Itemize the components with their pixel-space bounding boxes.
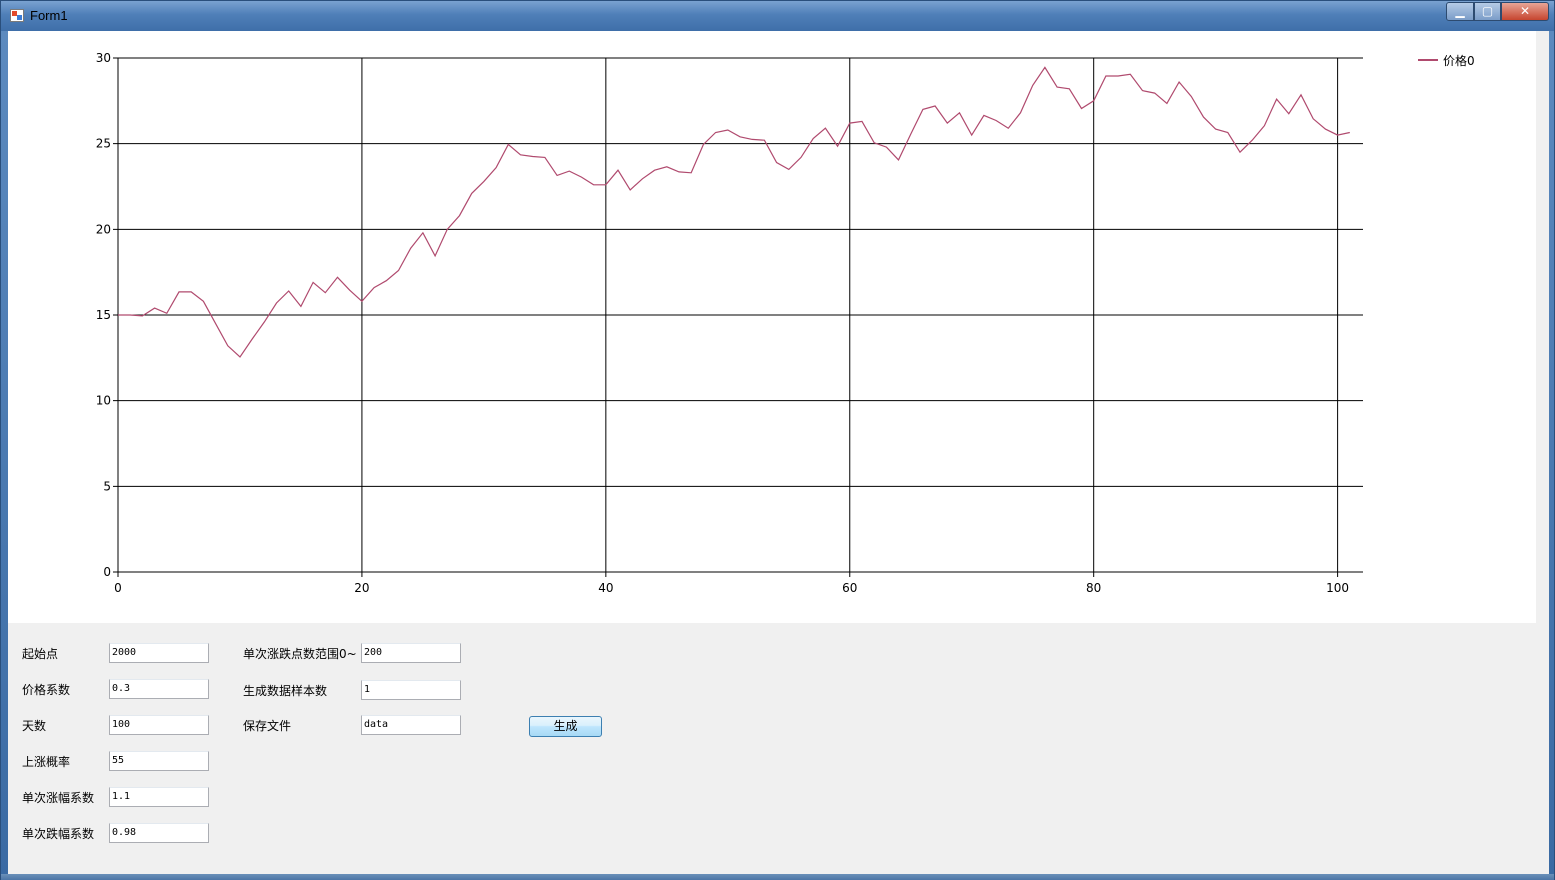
start-point-label: 起始点 xyxy=(22,647,59,661)
close-button[interactable]: ✕ xyxy=(1501,2,1549,21)
y-tick-label: 30 xyxy=(96,51,111,65)
price-chart: 0 5 10 15 20 25 30 0 20 40 60 80 100 价格0 xyxy=(96,51,1475,595)
save-file-input[interactable]: data xyxy=(361,715,461,735)
minimize-button[interactable]: ▁ xyxy=(1446,2,1474,21)
y-tick-label: 20 xyxy=(96,222,111,236)
window-title: Form1 xyxy=(30,8,68,23)
app-icon xyxy=(10,9,24,22)
price-coef-input[interactable]: 0.3 xyxy=(109,679,209,699)
title-bar[interactable]: Form1 ▁ ▢ ✕ xyxy=(1,1,1554,31)
days-label: 天数 xyxy=(22,719,47,733)
x-tick-label: 100 xyxy=(1326,581,1349,595)
x-tick-label: 0 xyxy=(114,581,122,595)
window-bottom-border xyxy=(1,874,1554,880)
x-tick-label: 80 xyxy=(1086,581,1101,595)
series-line xyxy=(118,66,1350,358)
generate-button[interactable]: 生成 xyxy=(529,716,602,737)
up-coef-input[interactable]: 1.1 xyxy=(109,787,209,807)
days-input[interactable]: 100 xyxy=(109,715,209,735)
x-tick-label: 20 xyxy=(354,581,369,595)
up-prob-input[interactable]: 55 xyxy=(109,751,209,771)
down-coef-label: 单次跌幅系数 xyxy=(22,827,95,841)
price-coef-label: 价格系数 xyxy=(22,683,71,697)
y-tick-label: 25 xyxy=(96,137,111,151)
up-coef-label: 单次涨幅系数 xyxy=(22,791,95,805)
down-coef-input[interactable]: 0.98 xyxy=(109,823,209,843)
samples-label: 生成数据样本数 xyxy=(243,684,328,698)
form-client-area: 0 5 10 15 20 25 30 0 20 40 60 80 100 价格0 起始点 2000 价格系… xyxy=(8,31,1549,874)
save-file-label: 保存文件 xyxy=(243,719,292,733)
range-input[interactable]: 200 xyxy=(361,643,461,663)
chart-panel: 0 5 10 15 20 25 30 0 20 40 60 80 100 价格0 xyxy=(8,31,1536,623)
up-prob-label: 上涨概率 xyxy=(22,755,71,769)
y-tick-label: 10 xyxy=(96,394,111,408)
y-tick-label: 0 xyxy=(103,565,111,579)
x-tick-label: 60 xyxy=(842,581,857,595)
app-window: Form1 ▁ ▢ ✕ 0 5 10 15 20 25 30 0 20 40 60 80 100 价格0 … xyxy=(0,0,1555,880)
range-label: 单次涨跌点数范围0~ xyxy=(243,647,357,661)
legend-label: 价格0 xyxy=(1443,53,1475,68)
x-tick-label: 40 xyxy=(598,581,613,595)
maximize-button[interactable]: ▢ xyxy=(1474,2,1501,21)
y-tick-label: 15 xyxy=(96,308,111,322)
start-point-input[interactable]: 2000 xyxy=(109,643,209,663)
samples-input[interactable]: 1 xyxy=(361,680,461,700)
y-tick-label: 5 xyxy=(103,479,111,493)
